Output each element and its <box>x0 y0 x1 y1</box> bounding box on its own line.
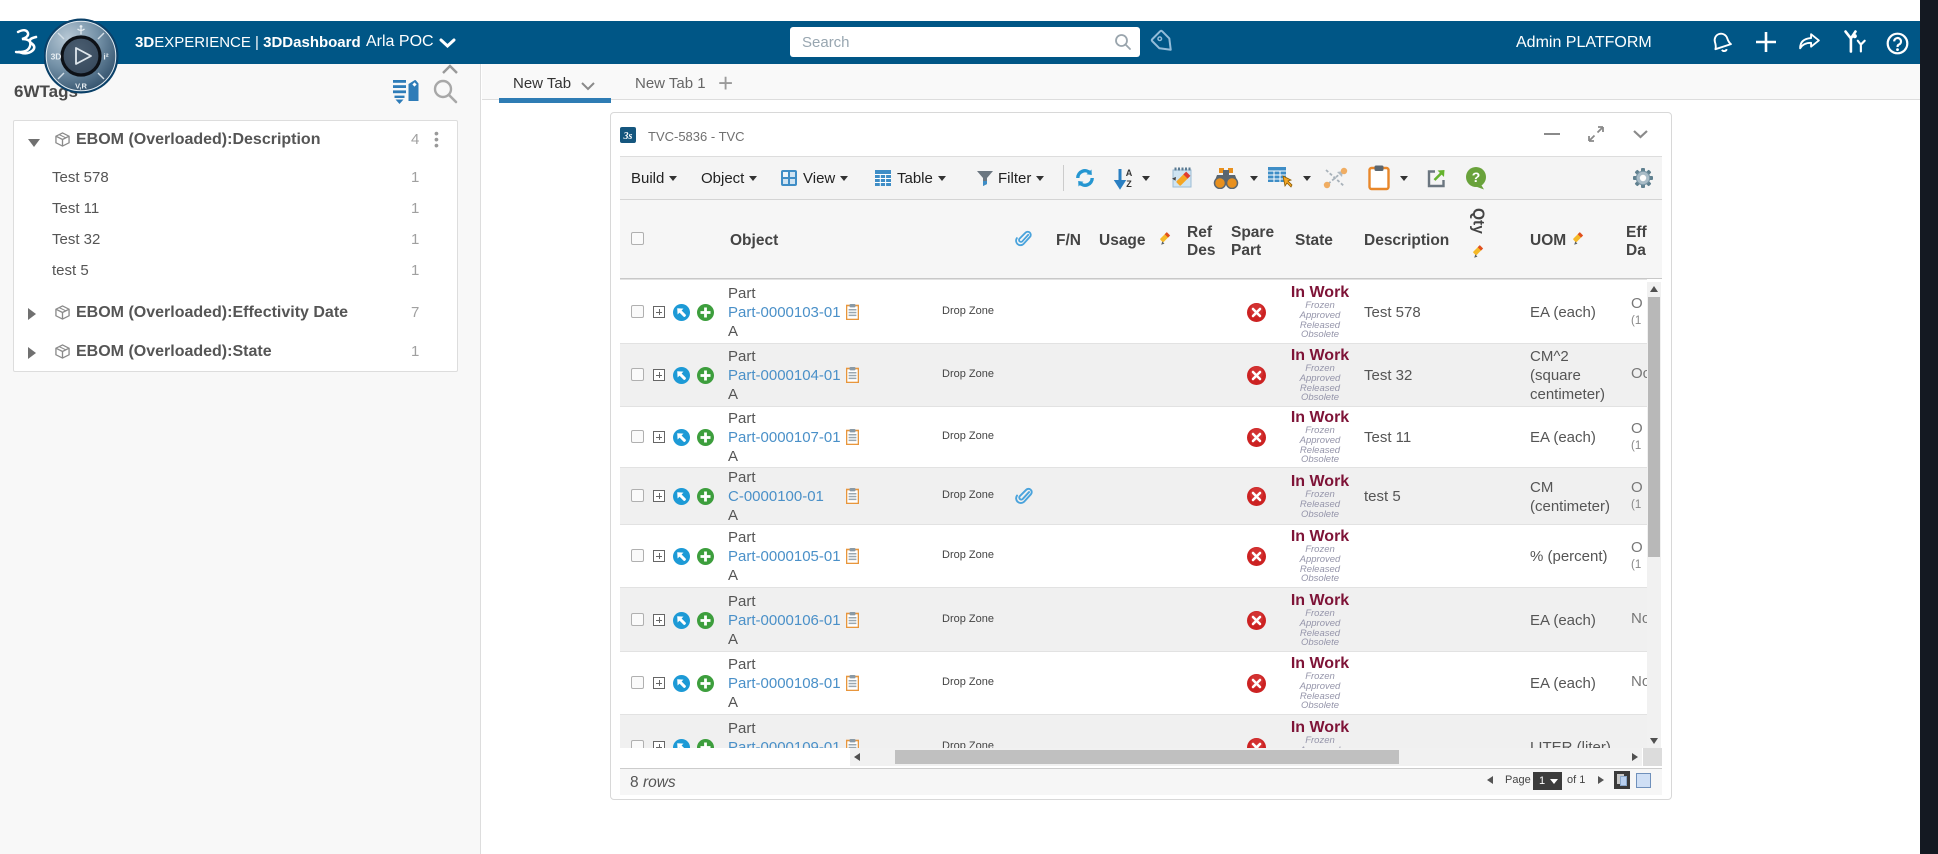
svg-text:i²: i² <box>103 52 108 62</box>
svg-text:?: ? <box>1472 169 1481 185</box>
svg-text:3s: 3s <box>623 131 633 142</box>
svg-text:V,R: V,R <box>75 82 87 91</box>
svg-text:A: A <box>1126 168 1133 178</box>
svg-text:3D: 3D <box>51 52 62 62</box>
svg-text:Z: Z <box>1126 179 1132 189</box>
